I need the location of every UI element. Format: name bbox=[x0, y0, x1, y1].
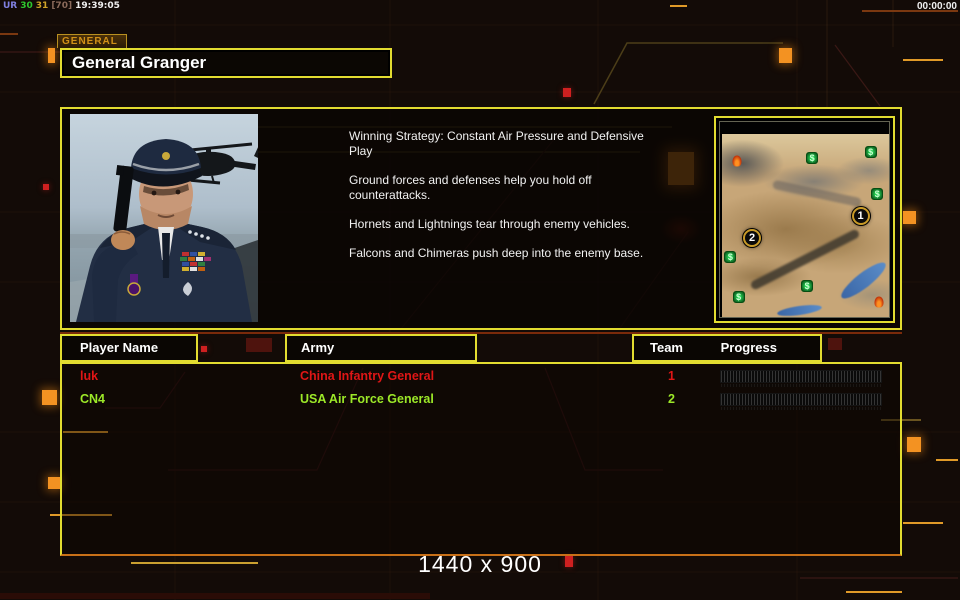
debug-fps: 30 bbox=[20, 1, 33, 11]
minimap-panel: $ $ $1 2 $ $ $ bbox=[714, 116, 895, 323]
column-header-army: Army bbox=[285, 334, 477, 362]
decor-square bbox=[48, 477, 60, 489]
minimap-frame: $ $ $1 2 $ $ $ bbox=[719, 121, 890, 318]
decor-red-square bbox=[563, 88, 571, 97]
strategy-paragraph: Ground forces and defenses help you hold… bbox=[349, 173, 592, 202]
loading-screen: UR 30 31 [70] 19:39:05 00:00:00 GENERAL Gene… bbox=[0, 0, 960, 600]
minimap-marker-flame bbox=[874, 296, 884, 308]
resolution-label: 1440 x 900 bbox=[418, 551, 542, 577]
minimap-marker-player: 2 bbox=[743, 229, 762, 248]
army-cell: USA Air Force General bbox=[300, 392, 434, 406]
minimap-marker-supply: $ bbox=[806, 151, 819, 164]
general-portrait-illustration bbox=[70, 114, 263, 322]
minimap-marker-supply: $ bbox=[871, 188, 884, 201]
decor-red-square bbox=[43, 184, 49, 190]
strategy-paragraph: Hornets and Lightnings tear through enem… bbox=[349, 217, 630, 231]
minimap-terrain: $ $ $1 2 $ $ $ bbox=[722, 134, 889, 317]
terrain-ridge bbox=[772, 179, 863, 208]
army-header-label: Army bbox=[301, 340, 335, 355]
minimap-marker-supply: $ bbox=[732, 290, 745, 303]
team-header-label: Team bbox=[650, 340, 683, 355]
minimap-marker-supply: $ bbox=[801, 279, 814, 292]
water-area bbox=[776, 302, 823, 317]
player-list-panel: luk China Infantry General 1 CN4 USA Air For… bbox=[60, 362, 902, 556]
progress-bar bbox=[720, 370, 882, 387]
general-tab: GENERAL bbox=[57, 34, 127, 48]
decor-dash bbox=[846, 591, 902, 593]
decor-maroon-square bbox=[828, 338, 842, 350]
decor-bottom-strip bbox=[0, 593, 430, 599]
player-rows: luk China Infantry General 1 CN4 USA Air For… bbox=[62, 364, 900, 412]
minimap-marker-supply: $ bbox=[864, 146, 877, 159]
decor-dash bbox=[936, 459, 958, 461]
strategy-paragraph: Winning Strategy: Constant Air Pressure … bbox=[349, 129, 644, 158]
army-cell: China Infantry General bbox=[300, 369, 435, 383]
debug-bracket: [70] bbox=[51, 1, 73, 11]
general-title: General Granger bbox=[72, 53, 207, 72]
decor-square bbox=[903, 211, 916, 224]
minimap-marker-player: 1 bbox=[851, 207, 870, 226]
decor-square bbox=[779, 48, 792, 63]
player-name-header-label: Player Name bbox=[80, 340, 159, 355]
decor-square bbox=[48, 48, 55, 63]
decor-dash bbox=[0, 33, 18, 35]
decor-dash bbox=[670, 5, 687, 7]
debug-fps-2: 31 bbox=[35, 1, 49, 11]
minimap-topbar bbox=[720, 122, 889, 133]
minimap-marker-supply: $ bbox=[724, 250, 737, 263]
column-header-team-progress: Team Progress bbox=[632, 334, 822, 362]
strategy-text: Winning Strategy: Constant Air Pressure … bbox=[349, 129, 661, 275]
strategy-paragraph: Falcons and Chimeras push deep into the … bbox=[349, 246, 644, 260]
decor-square bbox=[42, 390, 57, 405]
decor-maroon-square bbox=[246, 338, 272, 352]
progress-bar bbox=[720, 393, 882, 410]
general-title-box: General Granger bbox=[60, 48, 392, 78]
team-cell: 2 bbox=[668, 392, 675, 406]
player-row: luk China Infantry General 1 bbox=[62, 366, 900, 389]
debug-label: UR bbox=[3, 1, 18, 11]
team-cell: 1 bbox=[668, 369, 675, 383]
column-header-player-name: Player Name bbox=[60, 334, 198, 362]
minimap-marker-flame bbox=[732, 155, 742, 167]
debug-clock: 19:39:05 bbox=[75, 1, 120, 11]
decor-red-square bbox=[201, 346, 207, 352]
debug-overlay: UR 30 31 [70] 19:39:05 bbox=[3, 1, 123, 11]
decor-square bbox=[907, 437, 921, 452]
decor-dash bbox=[903, 522, 943, 524]
progress-header-label: Progress bbox=[720, 340, 777, 355]
player-name-cell: CN4 bbox=[80, 392, 106, 406]
bio-panel: Winning Strategy: Constant Air Pressure … bbox=[60, 107, 902, 334]
player-row: CN4 USA Air Force General 2 bbox=[62, 389, 900, 412]
decor-dash bbox=[903, 59, 943, 61]
player-name-cell: luk bbox=[80, 369, 99, 383]
general-portrait bbox=[70, 114, 263, 322]
match-timer: 00:00:00 bbox=[916, 1, 957, 12]
